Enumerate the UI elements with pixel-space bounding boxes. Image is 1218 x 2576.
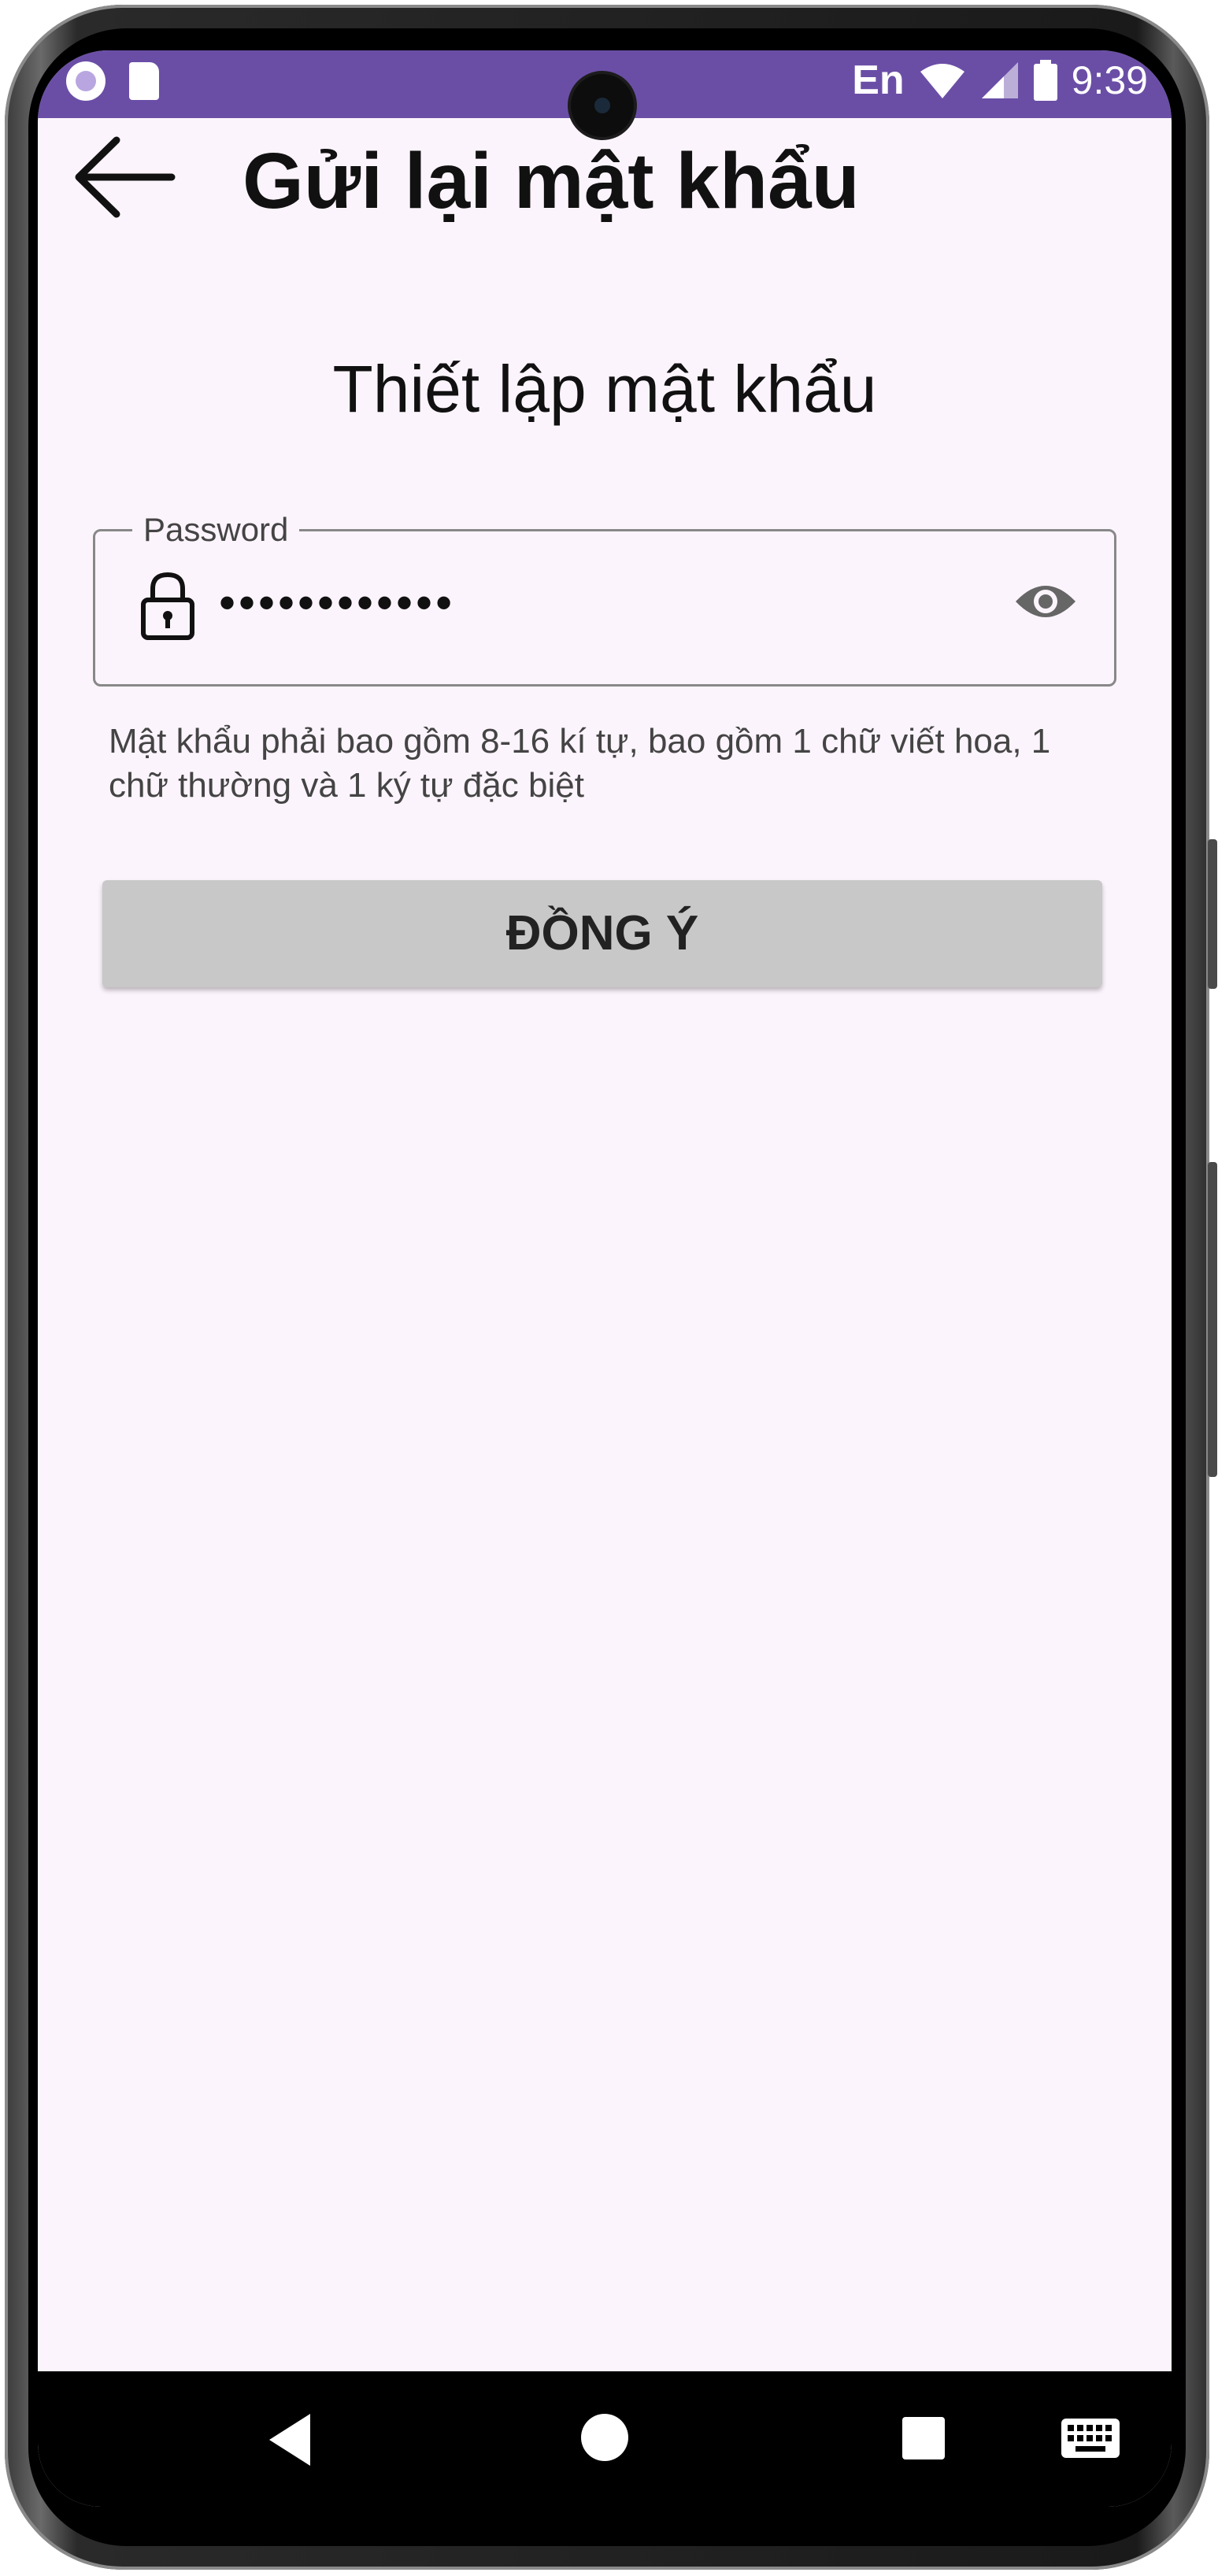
wifi-icon (920, 64, 964, 98)
password-input[interactable]: •••••••••••• (219, 572, 455, 635)
sd-card-icon (129, 62, 159, 100)
password-field-label: Password (132, 510, 300, 550)
screen: En 9:39 Gửi lại mật khẩu Thiết lập mật k… (38, 50, 1172, 2507)
arrow-left-icon[interactable] (69, 134, 180, 220)
keyboard-lang-indicator: En (852, 57, 905, 103)
page-title: Gửi lại mật khẩu (242, 137, 860, 225)
status-left-icons (66, 61, 159, 101)
agree-button[interactable]: ĐỒNG Ý (102, 880, 1102, 987)
volume-button (1208, 839, 1217, 989)
password-hint: Mật khẩu phải bao gồm 8-16 kí tự, bao gồ… (109, 722, 1051, 805)
recents-square-icon[interactable] (902, 2417, 945, 2459)
status-time: 9:39 (1071, 58, 1148, 102)
eye-icon[interactable] (1014, 579, 1077, 624)
keyboard-icon[interactable] (1061, 2419, 1120, 2458)
status-right: En 9:39 (852, 57, 1148, 104)
battery-icon (1033, 60, 1057, 101)
home-circle-icon[interactable] (581, 2414, 628, 2461)
lock-icon (141, 572, 194, 640)
navigation-bar (38, 2371, 1172, 2507)
section-title: Thiết lập mật khẩu (332, 352, 877, 426)
back-triangle-icon[interactable] (266, 2412, 313, 2467)
signal-icon (981, 62, 1018, 98)
power-button (1208, 1162, 1217, 1477)
notification-circle-icon (66, 61, 106, 101)
